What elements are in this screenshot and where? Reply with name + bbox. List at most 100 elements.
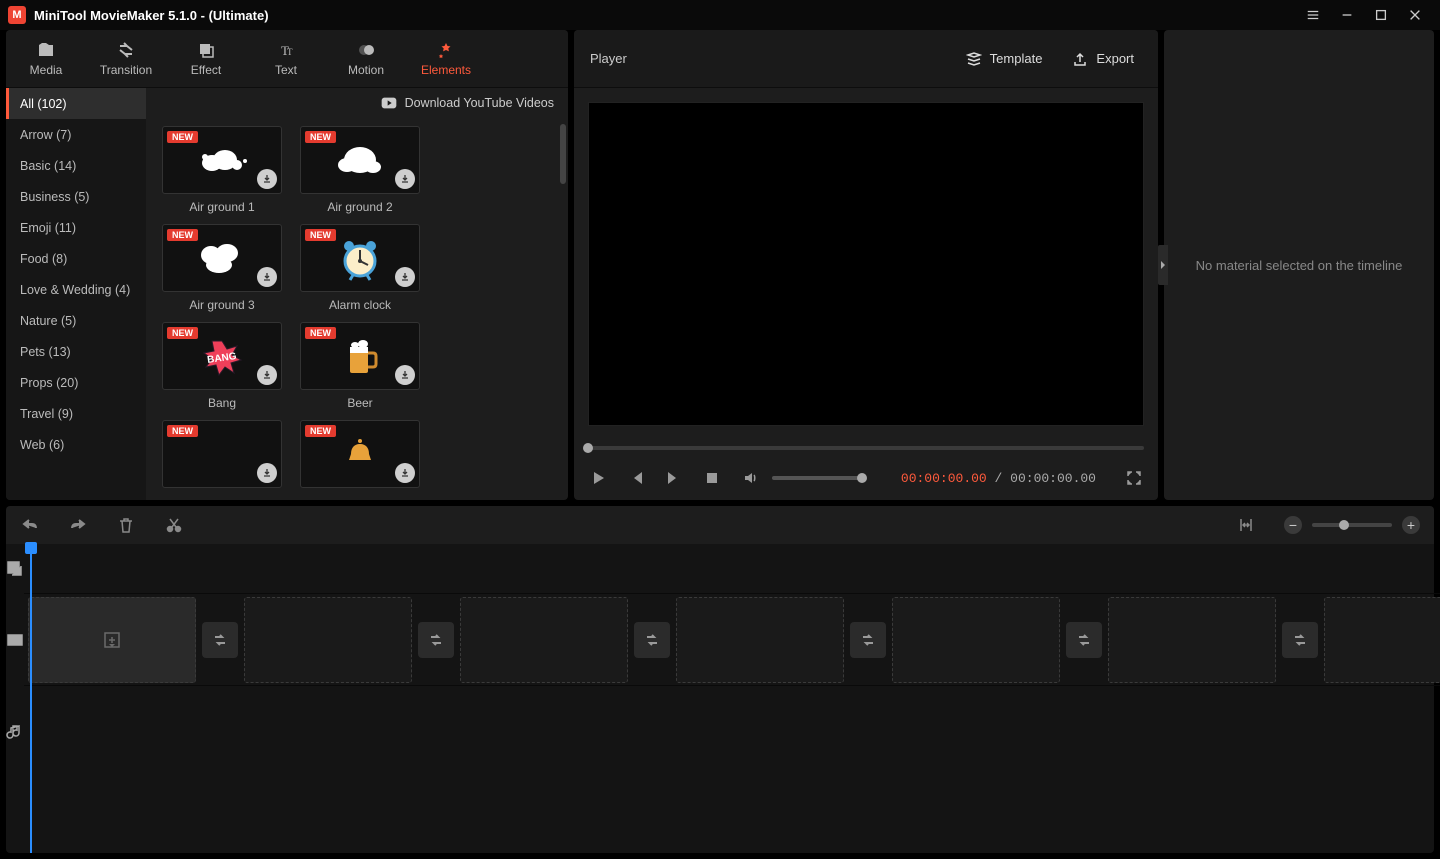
download-icon[interactable] <box>257 365 277 385</box>
thumb-label: Air ground 1 <box>189 200 254 214</box>
redo-button[interactable] <box>68 515 88 535</box>
stop-button[interactable] <box>702 468 722 488</box>
new-badge: NEW <box>305 131 336 143</box>
element-thumb[interactable]: NEW Alarm clock <box>300 224 420 312</box>
zoom-out-button[interactable]: − <box>1284 516 1302 534</box>
category-item[interactable]: Emoji (11) <box>6 212 146 243</box>
download-icon[interactable] <box>395 267 415 287</box>
transition-slot[interactable] <box>634 622 670 658</box>
tab-transition[interactable]: Transition <box>86 30 166 87</box>
transition-slot[interactable] <box>850 622 886 658</box>
properties-panel: No material selected on the timeline <box>1164 30 1434 500</box>
download-icon[interactable] <box>395 169 415 189</box>
collapse-panel-button[interactable] <box>1158 245 1168 285</box>
category-item[interactable]: Basic (14) <box>6 150 146 181</box>
timecode: 00:00:00.00 / 00:00:00.00 <box>901 471 1096 486</box>
close-button[interactable] <box>1398 0 1432 30</box>
new-badge: NEW <box>167 131 198 143</box>
elements-icon <box>437 41 455 59</box>
maximize-button[interactable] <box>1364 0 1398 30</box>
zoom-slider[interactable] <box>1312 523 1392 527</box>
new-badge: NEW <box>305 425 336 437</box>
category-item[interactable]: Food (8) <box>6 243 146 274</box>
download-youtube-label: Download YouTube Videos <box>405 96 554 110</box>
scrub-bar[interactable] <box>574 440 1158 456</box>
category-item[interactable]: Travel (9) <box>6 398 146 429</box>
download-icon[interactable] <box>257 267 277 287</box>
zoom-in-button[interactable]: + <box>1402 516 1420 534</box>
new-badge: NEW <box>167 229 198 241</box>
minimize-button[interactable] <box>1330 0 1364 30</box>
category-item[interactable]: Nature (5) <box>6 305 146 336</box>
clip-slot[interactable] <box>892 597 1060 683</box>
category-item[interactable]: Business (5) <box>6 181 146 212</box>
fullscreen-button[interactable] <box>1124 468 1144 488</box>
prev-frame-button[interactable] <box>626 468 646 488</box>
transition-slot[interactable] <box>1066 622 1102 658</box>
template-button[interactable]: Template <box>958 45 1051 73</box>
thumb-label: Air ground 2 <box>327 200 392 214</box>
clip-slot[interactable] <box>244 597 412 683</box>
player-panel: Player Template Export 00:00:00.00 <box>574 30 1158 500</box>
tab-effect[interactable]: Effect <box>166 30 246 87</box>
transition-slot[interactable] <box>202 622 238 658</box>
effect-icon <box>197 41 215 59</box>
add-track-button[interactable] <box>6 544 24 594</box>
element-thumb[interactable]: NEW Bang <box>162 322 282 410</box>
export-button[interactable]: Export <box>1064 45 1142 73</box>
clip-slot[interactable] <box>676 597 844 683</box>
video-preview <box>588 102 1144 426</box>
clip-slot[interactable] <box>1324 597 1440 683</box>
app-logo: M <box>8 6 26 24</box>
new-badge: NEW <box>305 229 336 241</box>
thumb-label: Alarm clock <box>329 298 391 312</box>
category-item[interactable]: Pets (13) <box>6 336 146 367</box>
thumb-label: Beer <box>347 396 372 410</box>
tab-elements[interactable]: Elements <box>406 30 486 87</box>
category-item[interactable]: All (102) <box>6 88 146 119</box>
category-item[interactable]: Web (6) <box>6 429 146 460</box>
category-item[interactable]: Props (20) <box>6 367 146 398</box>
element-thumb[interactable]: NEW <box>300 420 420 494</box>
download-icon[interactable] <box>395 365 415 385</box>
video-track[interactable] <box>24 594 1440 686</box>
tab-text[interactable]: TTText <box>246 30 326 87</box>
timeline-ruler[interactable] <box>24 544 1440 594</box>
clip-slot[interactable] <box>28 597 196 683</box>
next-frame-button[interactable] <box>664 468 684 488</box>
volume-button[interactable] <box>740 468 760 488</box>
split-button[interactable] <box>164 515 184 535</box>
volume-slider[interactable] <box>772 476 862 480</box>
download-icon[interactable] <box>257 463 277 483</box>
transition-slot[interactable] <box>1282 622 1318 658</box>
download-youtube-link[interactable]: Download YouTube Videos <box>146 88 568 118</box>
element-thumb[interactable]: NEW <box>162 420 282 494</box>
element-thumb[interactable]: NEW Air ground 2 <box>300 126 420 214</box>
clip-slot[interactable] <box>460 597 628 683</box>
no-selection-message: No material selected on the timeline <box>1196 258 1403 273</box>
download-icon[interactable] <box>257 169 277 189</box>
category-item[interactable]: Love & Wedding (4) <box>6 274 146 305</box>
element-thumb[interactable]: NEW Air ground 1 <box>162 126 282 214</box>
menu-icon[interactable] <box>1296 0 1330 30</box>
audio-track[interactable] <box>24 686 1440 778</box>
app-title: MiniTool MovieMaker 5.1.0 - (Ultimate) <box>34 8 269 23</box>
delete-button[interactable] <box>116 515 136 535</box>
element-thumb[interactable]: NEW Air ground 3 <box>162 224 282 312</box>
clip-slot[interactable] <box>1108 597 1276 683</box>
category-item[interactable]: Arrow (7) <box>6 119 146 150</box>
scrub-thumb[interactable] <box>583 443 593 453</box>
fit-timeline-button[interactable] <box>1236 515 1256 535</box>
transition-slot[interactable] <box>418 622 454 658</box>
thumb-label: Air ground 3 <box>189 298 254 312</box>
play-button[interactable] <box>588 468 608 488</box>
tab-media[interactable]: Media <box>6 30 86 87</box>
download-icon[interactable] <box>395 463 415 483</box>
undo-button[interactable] <box>20 515 40 535</box>
scrollbar-thumb[interactable] <box>560 124 566 184</box>
element-thumb[interactable]: NEW Beer <box>300 322 420 410</box>
video-track-icon <box>6 594 24 686</box>
transition-icon <box>117 41 135 59</box>
tab-motion[interactable]: Motion <box>326 30 406 87</box>
playhead[interactable] <box>30 544 32 853</box>
